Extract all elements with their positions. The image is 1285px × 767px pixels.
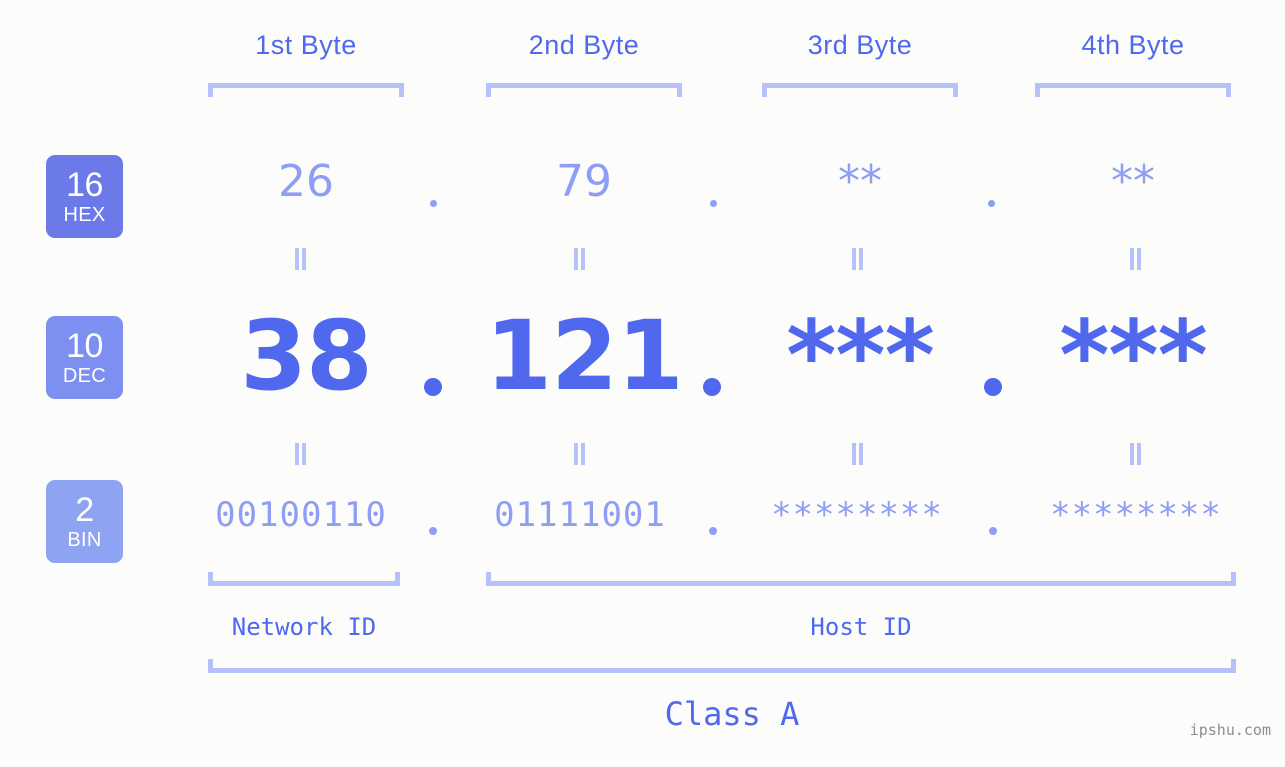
byte-header-1: 1st Byte — [255, 30, 357, 60]
equals-connector-dec-bin-2 — [574, 443, 586, 465]
byte-header-2: 2nd Byte — [528, 30, 640, 60]
radix-badge-hex-name: HEX — [63, 204, 106, 226]
dec-separator-3 — [984, 378, 1002, 396]
network-id-label: Network ID — [231, 613, 377, 641]
bin-byte-3: ******** — [771, 495, 943, 535]
hex-separator-1 — [430, 200, 437, 207]
radix-badge-bin-name: BIN — [67, 529, 102, 551]
byte-bracket-4 — [1035, 83, 1231, 97]
host-id-label: Host ID — [810, 613, 912, 641]
radix-badge-hex[interactable]: 16 HEX — [46, 155, 123, 238]
host-id-bracket — [486, 572, 1236, 586]
site-watermark: ipshu.com — [1189, 721, 1271, 739]
class-bracket — [208, 659, 1236, 673]
bin-separator-3 — [989, 527, 997, 535]
hex-byte-1: 26 — [278, 156, 334, 207]
dec-byte-4: *** — [1059, 300, 1208, 412]
hex-byte-2: 79 — [556, 156, 612, 207]
hex-separator-3 — [988, 200, 995, 207]
equals-connector-hex-dec-2 — [574, 248, 586, 270]
equals-connector-hex-dec-3 — [852, 248, 864, 270]
radix-badge-dec[interactable]: 10 DEC — [46, 316, 123, 399]
class-label: Class A — [664, 695, 800, 733]
byte-bracket-2 — [486, 83, 682, 97]
hex-separator-2 — [710, 200, 717, 207]
dec-byte-3: *** — [786, 300, 935, 412]
equals-connector-dec-bin-1 — [295, 443, 307, 465]
equals-connector-hex-dec-1 — [295, 248, 307, 270]
hex-byte-3: ** — [838, 156, 882, 207]
equals-connector-dec-bin-4 — [1130, 443, 1142, 465]
byte-bracket-1 — [208, 83, 404, 97]
byte-header-4: 4th Byte — [1081, 30, 1185, 60]
dec-byte-2: 121 — [485, 300, 683, 412]
dec-separator-1 — [424, 378, 442, 396]
bin-separator-1 — [429, 527, 437, 535]
byte-bracket-3 — [762, 83, 958, 97]
radix-badge-dec-name: DEC — [62, 365, 107, 387]
radix-badge-hex-number: 16 — [66, 166, 103, 204]
radix-badge-bin-number: 2 — [75, 491, 94, 529]
equals-connector-hex-dec-4 — [1130, 248, 1142, 270]
dec-byte-1: 38 — [240, 300, 373, 412]
network-id-bracket — [208, 572, 400, 586]
hex-byte-4: ** — [1111, 156, 1155, 207]
dec-separator-2 — [703, 378, 721, 396]
bin-byte-4: ******** — [1050, 495, 1222, 535]
bin-separator-2 — [709, 527, 717, 535]
radix-badge-dec-number: 10 — [66, 327, 103, 365]
radix-badge-bin[interactable]: 2 BIN — [46, 480, 123, 563]
bin-byte-1: 00100110 — [215, 495, 387, 535]
byte-header-3: 3rd Byte — [807, 30, 913, 60]
equals-connector-dec-bin-3 — [852, 443, 864, 465]
bin-byte-2: 01111001 — [494, 495, 666, 535]
